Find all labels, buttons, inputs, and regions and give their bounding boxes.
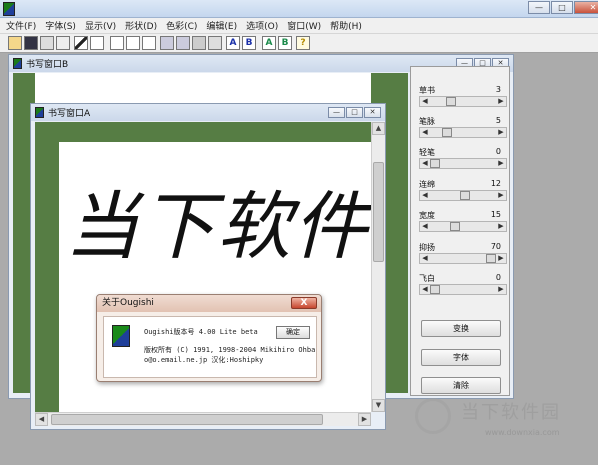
- menu-window[interactable]: 窗口(W): [287, 19, 321, 32]
- print-preview-icon[interactable]: [56, 36, 70, 50]
- slider-value: 0: [495, 273, 501, 282]
- qingbi-slider[interactable]: ◀ ▶: [419, 158, 507, 169]
- slider-value: 3: [495, 85, 501, 94]
- watermark-name: 当下软件园: [461, 402, 561, 423]
- application-window: — □ ✕ 文件(F) 字体(S) 显示(V) 形状(D) 色彩(C) 编辑(E…: [0, 0, 598, 465]
- about-dialog-body: Ougishi版本号 4.00 Lite beta 版权所有 (C) 1991,…: [103, 316, 317, 378]
- slider-knob[interactable]: [460, 191, 470, 200]
- window-a-titlebar: 书写窗口A — □ ✕: [31, 104, 385, 121]
- clear-icon[interactable]: [208, 36, 222, 50]
- about-dialog: 关于Ougishi X Ougishi版本号 4.00 Lite beta 版权…: [96, 294, 322, 382]
- window-a-close-button[interactable]: ✕: [364, 107, 381, 118]
- scroll-thumb[interactable]: [373, 162, 384, 262]
- maximize-button[interactable]: □: [551, 1, 573, 14]
- slider-label: 飞白: [419, 274, 435, 283]
- slider-label: 轻笔: [419, 148, 435, 157]
- frame-icon[interactable]: [142, 36, 156, 50]
- app-logo-icon: [112, 325, 130, 347]
- menu-view[interactable]: 显示(V): [85, 19, 116, 32]
- window-a-vertical-scrollbar[interactable]: ▲ ▼: [371, 122, 385, 412]
- handwriting-strokes: 当下软件: [65, 184, 371, 270]
- about-dialog-title: 关于Ougishi: [102, 298, 154, 308]
- transform-button[interactable]: 变换: [421, 320, 501, 337]
- slider-label: 笔脉: [419, 117, 435, 126]
- slider-label: 宽度: [419, 211, 435, 220]
- watermark-logo-icon: [415, 398, 451, 434]
- slider-value: 5: [495, 116, 501, 125]
- color-a-button[interactable]: A: [262, 36, 276, 50]
- font-button[interactable]: 字体: [421, 349, 501, 366]
- scroll-left-arrow[interactable]: ◀: [35, 413, 48, 426]
- menu-color[interactable]: 色彩(C): [166, 19, 197, 32]
- version-text: Ougishi版本号 4.00 Lite beta: [144, 328, 258, 336]
- handwriting-text: 当下软件: [65, 184, 371, 270]
- menu-bar: 文件(F) 字体(S) 显示(V) 形状(D) 色彩(C) 编辑(E) 选项(O…: [0, 18, 598, 34]
- caoshu-slider[interactable]: ◀ ▶: [419, 96, 507, 107]
- kuandu-slider[interactable]: ◀ ▶: [419, 221, 507, 232]
- scroll-down-arrow[interactable]: ▼: [372, 399, 385, 412]
- title-bar: — □ ✕: [0, 0, 598, 18]
- save-icon[interactable]: [24, 36, 38, 50]
- window-controls: — □ ✕: [527, 1, 598, 14]
- open-folder-icon[interactable]: [8, 36, 22, 50]
- slider-knob[interactable]: [446, 97, 456, 106]
- paste-icon[interactable]: [176, 36, 190, 50]
- slider-knob[interactable]: [486, 254, 496, 263]
- copyright-text: 版权所有 (C) 1991, 1998-2004 Mikihiro Ohba: [144, 346, 316, 354]
- menu-shape[interactable]: 形状(D): [125, 19, 157, 32]
- feibai-slider[interactable]: ◀ ▶: [419, 284, 507, 295]
- scroll-thumb[interactable]: [51, 414, 323, 425]
- slider-label: 连绵: [419, 180, 435, 189]
- slider-value: 12: [490, 179, 501, 188]
- minimize-button[interactable]: —: [528, 1, 550, 14]
- scroll-up-arrow[interactable]: ▲: [372, 122, 385, 135]
- help-icon[interactable]: ?: [296, 36, 310, 50]
- parameter-panel: 草书 3 ◀ ▶ 笔脉 5 ◀ ▶ 轻笔 0 ◀ ▶ 连绵 12 ◀ ▶ 宽度 15 ◀…: [410, 66, 510, 396]
- color-b-button[interactable]: B: [278, 36, 292, 50]
- lianmian-slider[interactable]: ◀ ▶: [419, 190, 507, 201]
- watermark-url: www.downxia.com: [485, 428, 560, 437]
- slider-value: 15: [490, 210, 501, 219]
- window-a-horizontal-scrollbar[interactable]: ◀ ▶: [35, 412, 371, 426]
- copy-icon[interactable]: [160, 36, 174, 50]
- slider-knob[interactable]: [430, 159, 440, 168]
- font-b-button[interactable]: B: [242, 36, 256, 50]
- font-a-button[interactable]: A: [226, 36, 240, 50]
- slider-knob[interactable]: [442, 128, 452, 137]
- scroll-right-arrow[interactable]: ▶: [358, 413, 371, 426]
- slider-label: 草书: [419, 86, 435, 95]
- print-icon[interactable]: [40, 36, 54, 50]
- menu-font[interactable]: 字体(S): [45, 19, 76, 32]
- pen-icon[interactable]: [74, 36, 88, 50]
- window-b-title: 书写窗口B: [26, 60, 69, 70]
- slider-value: 0: [495, 147, 501, 156]
- frame-icon[interactable]: [110, 36, 124, 50]
- app-icon: [3, 2, 15, 16]
- slider-knob[interactable]: [450, 222, 460, 231]
- toolbar: A B A B ?: [0, 34, 598, 53]
- window-a-minimize-button[interactable]: —: [328, 107, 345, 118]
- about-close-button[interactable]: X: [291, 297, 317, 309]
- yiyang-slider[interactable]: ◀ ▶: [419, 253, 507, 264]
- menu-edit[interactable]: 编辑(E): [206, 19, 237, 32]
- bimai-slider[interactable]: ◀ ▶: [419, 127, 507, 138]
- menu-help[interactable]: 帮助(H): [330, 19, 362, 32]
- window-a-icon: [35, 107, 44, 118]
- window-a-maximize-button[interactable]: □: [346, 107, 363, 118]
- contact-text: o@o.email.ne.jp 汉化:Hoshipky: [144, 356, 264, 364]
- close-button[interactable]: ✕: [574, 1, 598, 14]
- slider-label: 抑扬: [419, 243, 435, 252]
- line-icon[interactable]: [90, 36, 104, 50]
- frame-icon[interactable]: [126, 36, 140, 50]
- menu-options[interactable]: 选项(O): [246, 19, 278, 32]
- watermark: 当下软件园 www.downxia.com: [415, 392, 595, 462]
- slider-knob[interactable]: [430, 285, 440, 294]
- window-b-icon: [13, 58, 22, 69]
- ok-button[interactable]: 确定: [276, 326, 310, 339]
- slider-value: 70: [490, 242, 501, 251]
- about-dialog-titlebar: 关于Ougishi X: [97, 295, 321, 312]
- window-a-title: 书写窗口A: [48, 109, 91, 119]
- menu-file[interactable]: 文件(F): [6, 19, 36, 32]
- cut-icon[interactable]: [192, 36, 206, 50]
